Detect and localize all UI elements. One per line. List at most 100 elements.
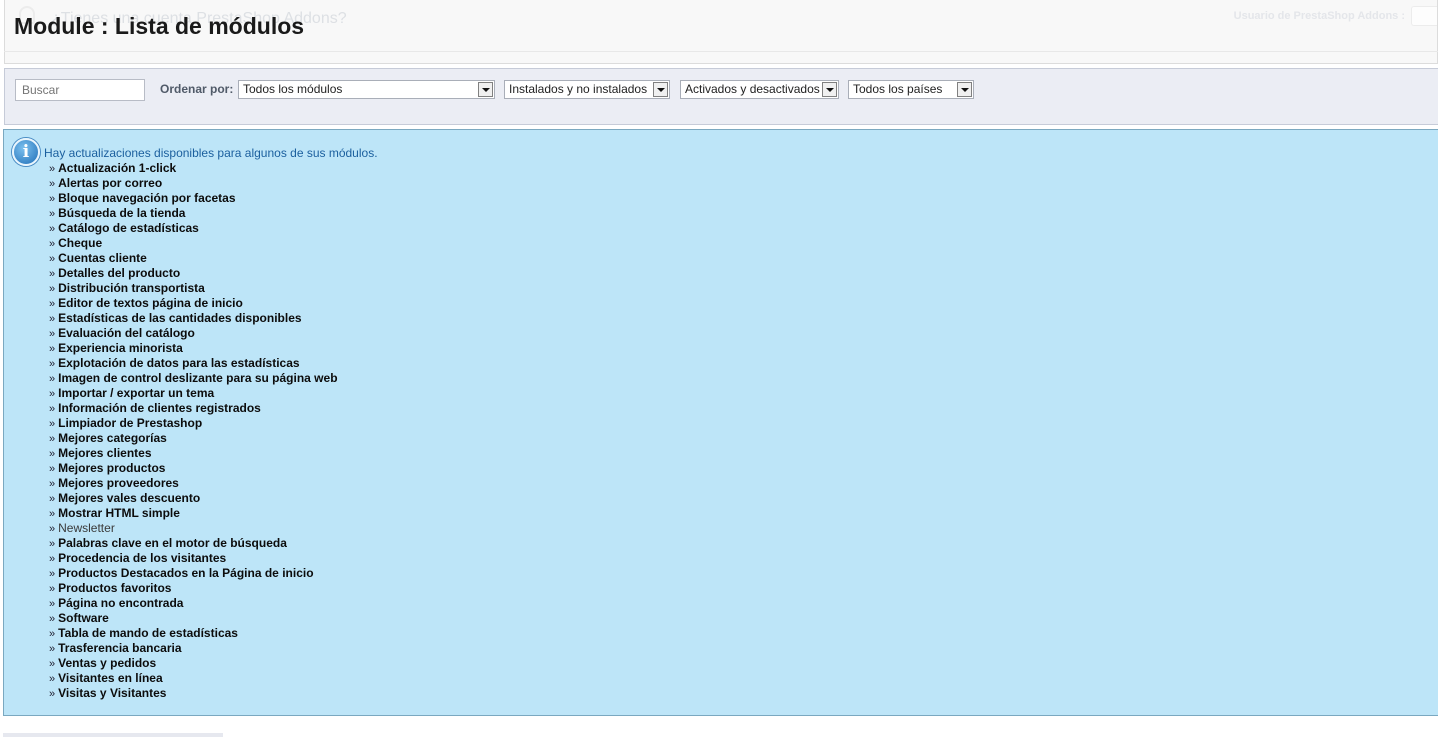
module-name[interactable]: Trasferencia bancaria	[58, 641, 181, 655]
module-name[interactable]: Editor de textos página de inicio	[58, 296, 243, 310]
module-name[interactable]: Mejores proveedores	[58, 476, 179, 490]
module-name[interactable]: Bloque navegación por facetas	[58, 191, 235, 205]
enabled-status-select[interactable]: Activados y desactivados	[680, 80, 839, 99]
bullet-icon: »	[49, 493, 56, 505]
module-list-item[interactable]: » Tabla de mando de estadísticas	[49, 626, 338, 641]
module-name[interactable]: Mejores productos	[58, 461, 165, 475]
bullet-icon: »	[49, 208, 56, 220]
chevron-down-icon	[957, 82, 972, 97]
install-status-select[interactable]: Instalados y no instalados	[504, 80, 670, 99]
module-list-item[interactable]: » Trasferencia bancaria	[49, 641, 338, 656]
header-divider	[4, 51, 1438, 52]
module-list-item[interactable]: » Distribución transportista	[49, 281, 338, 296]
module-name[interactable]: Experiencia minorista	[58, 341, 183, 355]
bottom-toolbar-edge	[3, 733, 223, 737]
module-type-select[interactable]: Todos los módulos	[238, 80, 495, 99]
module-list-item[interactable]: » Información de clientes registrados	[49, 401, 338, 416]
module-list-item[interactable]: » Importar / exportar un tema	[49, 386, 338, 401]
module-list-item[interactable]: » Software	[49, 611, 338, 626]
module-list-item[interactable]: » Ventas y pedidos	[49, 656, 338, 671]
module-name[interactable]: Detalles del producto	[58, 266, 180, 280]
addons-user-label: Usuario de PrestaShop Addons :	[1233, 10, 1405, 22]
bullet-icon: »	[49, 253, 56, 265]
module-name[interactable]: Productos favoritos	[58, 581, 171, 595]
module-name[interactable]: Mejores clientes	[58, 446, 151, 460]
update-info-panel: i Hay actualizaciones disponibles para a…	[3, 129, 1438, 716]
module-name[interactable]: Mejores categorías	[58, 431, 167, 445]
module-list-item[interactable]: » Búsqueda de la tienda	[49, 206, 338, 221]
bullet-icon: »	[49, 688, 56, 700]
module-list-item[interactable]: » Editor de textos página de inicio	[49, 296, 338, 311]
module-list-item[interactable]: » Limpiador de Prestashop	[49, 416, 338, 431]
module-name[interactable]: Visitantes en línea	[58, 671, 163, 685]
module-name[interactable]: Página no encontrada	[58, 596, 183, 610]
module-list-item[interactable]: » Mejores productos	[49, 461, 338, 476]
module-name[interactable]: Ventas y pedidos	[58, 656, 156, 670]
module-list-item[interactable]: » Visitantes en línea	[49, 671, 338, 686]
module-name[interactable]: Cheque	[58, 236, 102, 250]
module-name[interactable]: Mejores vales descuento	[58, 491, 200, 505]
bullet-icon: »	[49, 328, 56, 340]
module-list-item[interactable]: » Mostrar HTML simple	[49, 506, 338, 521]
module-name[interactable]: Cuentas cliente	[58, 251, 147, 265]
module-name[interactable]: Limpiador de Prestashop	[58, 416, 202, 430]
module-list-item[interactable]: » Explotación de datos para las estadísti…	[49, 356, 338, 371]
module-name[interactable]: Procedencia de los visitantes	[58, 551, 226, 565]
module-name[interactable]: Actualización 1-click	[58, 161, 176, 175]
module-list-item[interactable]: » Catálogo de estadísticas	[49, 221, 338, 236]
module-list-item[interactable]: » Mejores proveedores	[49, 476, 338, 491]
module-name[interactable]: Visitas y Visitantes	[58, 686, 166, 700]
module-list-item[interactable]: » Alertas por correo	[49, 176, 338, 191]
addons-user-input[interactable]	[1411, 6, 1437, 26]
module-name[interactable]: Mostrar HTML simple	[58, 506, 180, 520]
module-list-item[interactable]: » Bloque navegación por facetas	[49, 191, 338, 206]
module-list-item[interactable]: » Newsletter	[49, 521, 338, 536]
module-name[interactable]: Distribución transportista	[58, 281, 205, 295]
module-name[interactable]: Palabras clave en el motor de búsqueda	[58, 536, 287, 550]
module-list-item[interactable]: » Experiencia minorista	[49, 341, 338, 356]
module-list-item[interactable]: » Palabras clave en el motor de búsqueda	[49, 536, 338, 551]
module-list-item[interactable]: » Mejores categorías	[49, 431, 338, 446]
bullet-icon: »	[49, 403, 56, 415]
update-message: Hay actualizaciones disponibles para alg…	[44, 146, 378, 160]
module-name[interactable]: Información de clientes registrados	[58, 401, 261, 415]
order-by-label: Ordenar por:	[160, 82, 234, 96]
module-name[interactable]: Explotación de datos para las estadístic…	[58, 356, 299, 370]
module-name[interactable]: Imagen de control deslizante para su pág…	[58, 371, 337, 385]
module-name[interactable]: Software	[58, 611, 109, 625]
search-input[interactable]	[15, 79, 145, 101]
module-list-item[interactable]: » Procedencia de los visitantes	[49, 551, 338, 566]
module-list-item[interactable]: » Detalles del producto	[49, 266, 338, 281]
module-list-item[interactable]: » Visitas y Visitantes	[49, 686, 338, 701]
bullet-icon: »	[49, 178, 56, 190]
module-list-item[interactable]: » Productos favoritos	[49, 581, 338, 596]
bullet-icon: »	[49, 478, 56, 490]
bullet-icon: »	[49, 448, 56, 460]
module-name[interactable]: Catálogo de estadísticas	[58, 221, 199, 235]
bullet-icon: »	[49, 313, 56, 325]
module-name[interactable]: Tabla de mando de estadísticas	[58, 626, 238, 640]
bullet-icon: »	[49, 673, 56, 685]
module-name[interactable]: Evaluación del catálogo	[58, 326, 195, 340]
module-name[interactable]: Importar / exportar un tema	[58, 386, 214, 400]
module-list-item[interactable]: » Mejores vales descuento	[49, 491, 338, 506]
module-list-item[interactable]: » Cuentas cliente	[49, 251, 338, 266]
module-name[interactable]: Estadísticas de las cantidades disponibl…	[58, 311, 301, 325]
bullet-icon: »	[49, 388, 56, 400]
module-list-item[interactable]: » Imagen de control deslizante para su pá…	[49, 371, 338, 386]
install-status-select-value: Instalados y no instalados	[509, 82, 648, 96]
bullet-icon: »	[49, 463, 56, 475]
module-name[interactable]: Newsletter	[58, 521, 115, 535]
module-list-item[interactable]: » Cheque	[49, 236, 338, 251]
country-select[interactable]: Todos los países	[848, 80, 974, 99]
module-list-item[interactable]: » Mejores clientes	[49, 446, 338, 461]
module-list-item[interactable]: » Estadísticas de las cantidades disponib…	[49, 311, 338, 326]
bullet-icon: »	[49, 283, 56, 295]
module-list-item[interactable]: » Página no encontrada	[49, 596, 338, 611]
module-list-item[interactable]: » Evaluación del catálogo	[49, 326, 338, 341]
module-list-item[interactable]: » Actualización 1-click	[49, 161, 338, 176]
module-list-item[interactable]: » Productos Destacados en la Página de in…	[49, 566, 338, 581]
module-name[interactable]: Búsqueda de la tienda	[58, 206, 185, 220]
module-name[interactable]: Alertas por correo	[58, 176, 162, 190]
module-name[interactable]: Productos Destacados en la Página de ini…	[58, 566, 313, 580]
